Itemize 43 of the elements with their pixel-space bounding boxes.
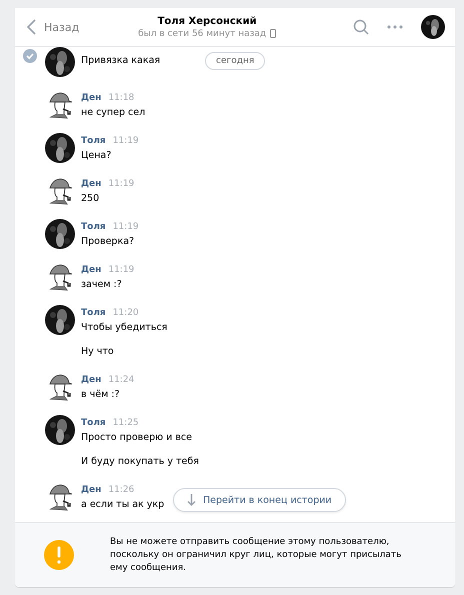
notice-text: Вы не можете отправить сообщение этому пользователю, поскольку он ограничил круг лиц, которые могут присылать ему сообщения. (110, 536, 402, 574)
message-time: 11:26 (108, 484, 134, 494)
author-name[interactable]: Толя (81, 136, 106, 146)
message-time: 11:24 (108, 374, 134, 384)
message-text: 250 (81, 192, 100, 206)
author-name[interactable]: Ден (81, 374, 102, 384)
chat-title: Толя Херсонский (158, 16, 257, 26)
jump-to-end-button[interactable]: Перейти в конец истории (173, 488, 346, 512)
author-name[interactable]: Ден (81, 178, 102, 188)
message-time: 11:20 (112, 308, 139, 318)
warning-icon (44, 540, 74, 570)
message-text: Ну что (81, 345, 115, 359)
message-text: а если ты ак укр (81, 498, 164, 512)
phone-icon (270, 29, 276, 38)
chevron-left-icon (27, 19, 36, 35)
message-text: Цена? (81, 149, 112, 163)
message-text: зачем :? (81, 278, 123, 292)
message-time: 11:18 (108, 92, 134, 102)
author-name[interactable]: Ден (81, 264, 102, 274)
message-text: Проверка? (81, 235, 136, 249)
message-time: 11:19 (108, 178, 134, 188)
author-name[interactable]: Ден (81, 92, 102, 102)
last-seen-status: был в сети 56 минут назад (138, 28, 266, 38)
author-name[interactable]: Толя (81, 222, 106, 232)
message-time: 11:25 (112, 418, 139, 428)
author-name[interactable]: Ден (81, 484, 102, 494)
message-text: Просто проверю и все (81, 431, 193, 445)
arrow-down-icon (187, 494, 196, 506)
message-text: не супер сел (81, 106, 146, 120)
message-time: 11:19 (112, 136, 139, 146)
more-icon[interactable] (387, 25, 403, 29)
author-name[interactable]: Толя (81, 308, 106, 318)
date-divider: сегодня (205, 52, 266, 70)
back-link[interactable]: Назад (27, 19, 80, 35)
search-icon[interactable] (353, 19, 369, 35)
check-icon[interactable] (23, 49, 37, 63)
message-text: в чём :? (81, 388, 121, 402)
message-text: И буду покупать у тебя (81, 455, 199, 469)
message-text: Чтобы убедиться (81, 321, 168, 335)
message-time: 11:19 (112, 222, 139, 232)
author-name[interactable]: Толя (81, 418, 106, 428)
message-time: 11:19 (108, 264, 134, 274)
message-text: Привязка какая (81, 54, 160, 68)
